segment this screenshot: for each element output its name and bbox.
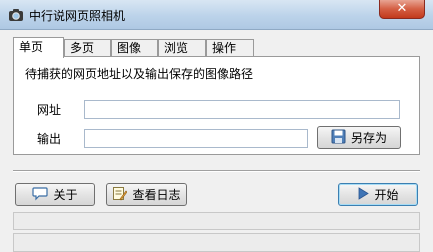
about-label: 关于 — [53, 188, 78, 202]
tab-label: 单页 — [19, 40, 44, 54]
panel-description: 待捕获的网页地址以及输出保存的图像路径 — [25, 67, 254, 81]
tab-operation[interactable]: 操作 — [206, 39, 254, 57]
tab-label: 图像 — [117, 41, 142, 55]
camera-icon — [8, 7, 24, 23]
view-log-button[interactable]: 查看日志 — [106, 183, 187, 206]
view-log-label: 查看日志 — [132, 188, 181, 202]
save-as-label: 另存为 — [350, 131, 387, 145]
status-bar — [13, 233, 420, 252]
progress-bar — [13, 212, 420, 230]
tab-label: 操作 — [212, 41, 237, 55]
play-icon — [357, 186, 370, 203]
close-button[interactable]: ✕ — [379, 0, 425, 19]
speech-bubble-icon — [32, 186, 49, 204]
tab-label: 浏览 — [164, 41, 189, 55]
close-icon: ✕ — [396, 1, 408, 16]
start-label: 开始 — [374, 188, 399, 202]
output-label: 输出 — [37, 132, 62, 146]
single-page-panel: 待捕获的网页地址以及输出保存的图像路径 网址 输出 另存为 — [13, 56, 420, 155]
title-bar: 中行说网页照相机 ✕ — [0, 0, 433, 30]
start-button[interactable]: 开始 — [338, 183, 418, 206]
tab-image[interactable]: 图像 — [111, 39, 158, 57]
save-as-button[interactable]: 另存为 — [317, 126, 401, 149]
notepad-pencil-icon — [112, 186, 128, 204]
tab-multi-page[interactable]: 多页 — [64, 39, 111, 57]
url-input[interactable] — [84, 100, 400, 119]
tab-single-page[interactable]: 单页 — [13, 37, 64, 58]
tab-browse[interactable]: 浏览 — [158, 39, 206, 57]
about-button[interactable]: 关于 — [15, 183, 95, 206]
tab-label: 多页 — [70, 41, 95, 55]
window-title: 中行说网页照相机 — [29, 9, 126, 23]
separator-highlight — [13, 171, 420, 172]
url-label: 网址 — [37, 103, 62, 117]
output-path-input[interactable] — [84, 129, 308, 148]
floppy-disk-icon — [331, 129, 346, 147]
